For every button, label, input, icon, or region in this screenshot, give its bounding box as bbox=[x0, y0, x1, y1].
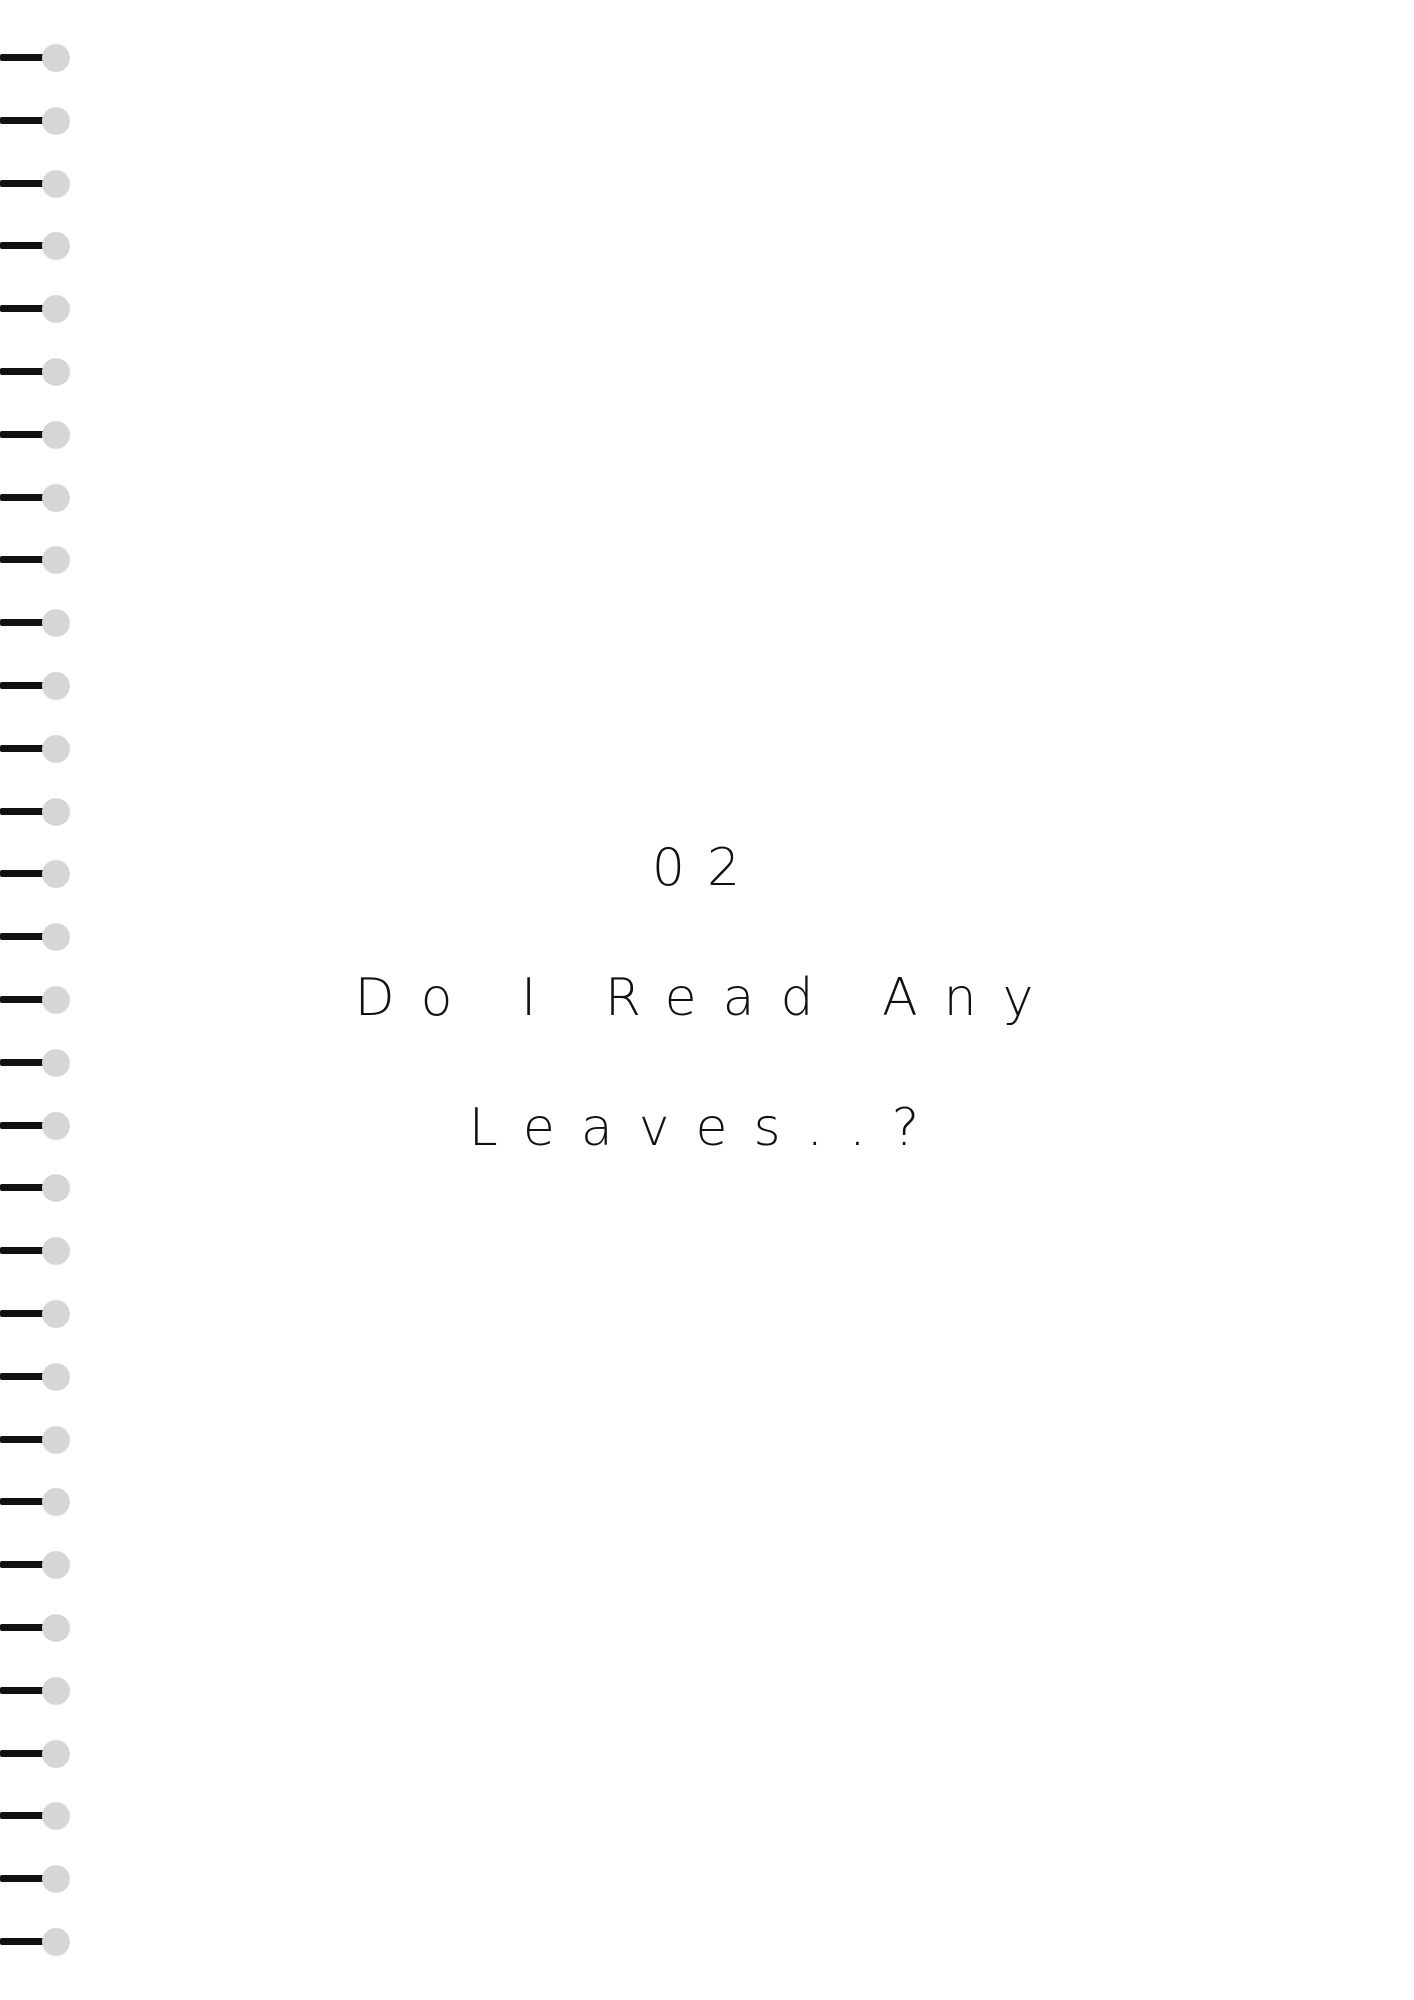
binding-ring bbox=[0, 797, 72, 827]
binding-wire bbox=[0, 242, 44, 250]
binding-wire bbox=[0, 430, 44, 438]
punch-hole bbox=[42, 1111, 70, 1140]
binding-ring bbox=[0, 106, 72, 136]
punch-hole bbox=[42, 295, 70, 324]
binding-ring bbox=[0, 231, 72, 261]
binding-wire bbox=[0, 1812, 44, 1820]
binding-ring bbox=[0, 545, 72, 575]
binding-wire bbox=[0, 1184, 44, 1192]
binding-wire bbox=[0, 807, 44, 815]
binding-wire bbox=[0, 179, 44, 187]
binding-ring bbox=[0, 1362, 72, 1392]
binding-ring bbox=[0, 1111, 72, 1141]
binding-ring bbox=[0, 483, 72, 513]
punch-hole bbox=[42, 1551, 70, 1580]
binding-ring bbox=[0, 294, 72, 324]
punch-hole bbox=[42, 734, 70, 763]
punch-hole bbox=[42, 609, 70, 638]
punch-hole bbox=[42, 1865, 70, 1894]
binding-wire bbox=[0, 116, 44, 124]
binding-wire bbox=[0, 682, 44, 689]
binding-wire bbox=[0, 305, 44, 313]
binding-ring bbox=[0, 859, 72, 889]
binding-ring bbox=[0, 922, 72, 952]
chapter-number: 02 bbox=[651, 838, 763, 898]
punch-hole bbox=[42, 860, 70, 889]
punch-hole bbox=[42, 1739, 70, 1768]
chapter-title-line-1: Do I Read Any bbox=[354, 968, 1060, 1028]
punch-hole bbox=[42, 420, 70, 449]
binding-ring bbox=[0, 1613, 72, 1643]
binding-wire bbox=[0, 1435, 44, 1443]
binding-wire bbox=[0, 1938, 44, 1945]
binding-wire bbox=[0, 1121, 44, 1129]
binding-wire bbox=[0, 1624, 44, 1631]
binding-ring bbox=[0, 1236, 72, 1266]
punch-hole bbox=[42, 232, 70, 261]
chapter-title-line-2: Leaves..? bbox=[468, 1098, 946, 1158]
punch-hole bbox=[42, 358, 70, 386]
binding-wire bbox=[0, 870, 44, 878]
binding-wire bbox=[0, 1058, 44, 1066]
binding-wire bbox=[0, 933, 44, 941]
binding-ring bbox=[0, 1676, 72, 1706]
binding-wire bbox=[0, 619, 44, 627]
punch-hole bbox=[42, 1614, 70, 1642]
binding-ring bbox=[0, 1550, 72, 1580]
binding-ring bbox=[0, 608, 72, 638]
punch-hole bbox=[42, 1802, 70, 1831]
notebook-page: 02 Do I Read Any Leaves..? bbox=[0, 0, 1414, 2000]
punch-hole bbox=[42, 1300, 70, 1328]
punch-hole bbox=[42, 169, 70, 198]
binding-wire bbox=[0, 54, 44, 61]
punch-hole bbox=[42, 1928, 70, 1956]
punch-hole bbox=[42, 672, 70, 700]
binding-wire bbox=[0, 1875, 44, 1883]
binding-wire bbox=[0, 556, 44, 564]
punch-hole bbox=[42, 546, 70, 575]
punch-hole bbox=[42, 44, 70, 72]
punch-hole bbox=[42, 923, 70, 952]
binding-ring bbox=[0, 1864, 72, 1894]
binding-wire bbox=[0, 1498, 44, 1506]
punch-hole bbox=[42, 1488, 70, 1517]
binding-wire bbox=[0, 744, 44, 752]
punch-hole bbox=[42, 1174, 70, 1203]
punch-hole bbox=[42, 986, 70, 1014]
binding-ring bbox=[0, 420, 72, 450]
binding-wire bbox=[0, 1372, 44, 1380]
binding-ring bbox=[0, 1173, 72, 1203]
binding-ring bbox=[0, 985, 72, 1015]
binding-ring bbox=[0, 734, 72, 764]
binding-ring bbox=[0, 1048, 72, 1078]
binding-ring bbox=[0, 1425, 72, 1455]
punch-hole bbox=[42, 106, 70, 135]
punch-hole bbox=[42, 483, 70, 512]
punch-hole bbox=[42, 1048, 70, 1077]
binding-ring bbox=[0, 357, 72, 387]
binding-wire bbox=[0, 1247, 44, 1255]
binding-wire bbox=[0, 1561, 44, 1569]
binding-ring bbox=[0, 169, 72, 199]
punch-hole bbox=[42, 1237, 70, 1266]
binding-ring bbox=[0, 1299, 72, 1329]
binding-wire bbox=[0, 1749, 44, 1757]
punch-hole bbox=[42, 1425, 70, 1454]
binding-ring bbox=[0, 1801, 72, 1831]
punch-hole bbox=[42, 1362, 70, 1391]
binding-wire bbox=[0, 368, 44, 375]
binding-wire bbox=[0, 996, 44, 1003]
binding-ring bbox=[0, 1739, 72, 1769]
binding-ring bbox=[0, 1927, 72, 1957]
punch-hole bbox=[42, 1676, 70, 1705]
binding-wire bbox=[0, 1310, 44, 1317]
binding-ring bbox=[0, 43, 72, 73]
binding-wire bbox=[0, 493, 44, 501]
spiral-binding bbox=[0, 0, 80, 2000]
binding-ring bbox=[0, 1487, 72, 1517]
binding-ring bbox=[0, 671, 72, 701]
binding-wire bbox=[0, 1686, 44, 1694]
punch-hole bbox=[42, 797, 70, 826]
